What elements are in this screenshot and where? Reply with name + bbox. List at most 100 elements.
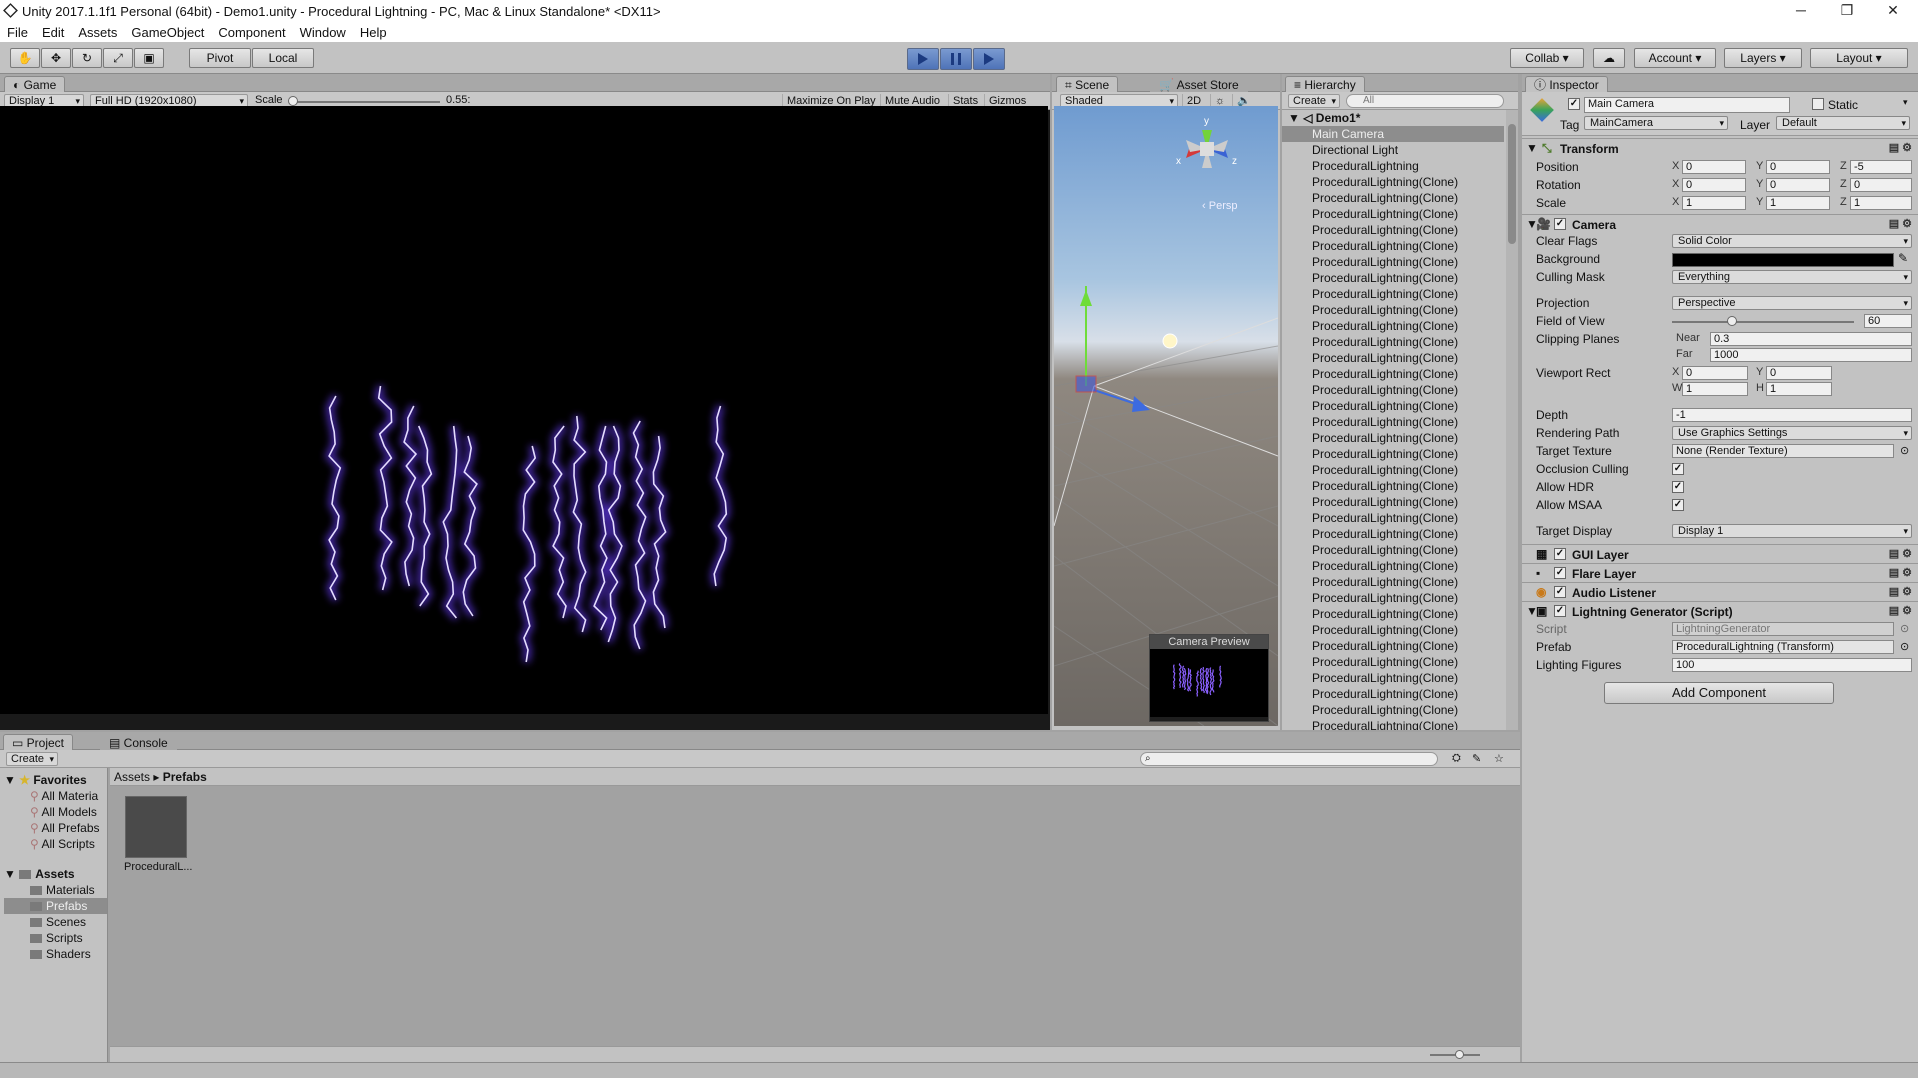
scale-x-field[interactable]: 1 <box>1682 196 1746 210</box>
local-toggle[interactable]: Local <box>252 48 314 68</box>
rotate-tool-icon[interactable]: ↻ <box>72 48 102 68</box>
collab-dropdown[interactable]: Collab ▾ <box>1510 48 1584 68</box>
tag-dropdown[interactable]: MainCamera <box>1584 116 1728 130</box>
hierarchy-scrollbar[interactable] <box>1506 110 1518 730</box>
hierarchy-item[interactable]: ProceduralLightning(Clone) <box>1282 446 1504 462</box>
hierarchy-item[interactable]: ProceduralLightning(Clone) <box>1282 286 1504 302</box>
layout-dropdown[interactable]: Layout ▾ <box>1810 48 1908 68</box>
hierarchy-item[interactable]: ProceduralLightning(Clone) <box>1282 622 1504 638</box>
hierarchy-item[interactable]: ProceduralLightning(Clone) <box>1282 590 1504 606</box>
tab-hierarchy[interactable]: ≡ Hierarchy <box>1285 76 1365 92</box>
hierarchy-create-button[interactable]: Create <box>1288 94 1340 108</box>
project-create-button[interactable]: Create <box>6 752 58 766</box>
hierarchy-item[interactable]: ProceduralLightning(Clone) <box>1282 526 1504 542</box>
hierarchy-item[interactable]: ProceduralLightning(Clone) <box>1282 670 1504 686</box>
hierarchy-item[interactable]: ProceduralLightning(Clone) <box>1282 302 1504 318</box>
culling-mask-dropdown[interactable]: Everything <box>1672 270 1912 284</box>
hierarchy-item[interactable]: ProceduralLightning(Clone) <box>1282 382 1504 398</box>
camera-enabled-checkbox[interactable]: ✓ <box>1554 218 1566 230</box>
hierarchy-item[interactable]: ProceduralLightning(Clone) <box>1282 702 1504 718</box>
favorite-item[interactable]: ⚲ All Prefabs <box>4 820 107 836</box>
hierarchy-item[interactable]: ProceduralLightning(Clone) <box>1282 190 1504 206</box>
hierarchy-item[interactable]: ProceduralLightning(Clone) <box>1282 174 1504 190</box>
folder-item-prefabs[interactable]: Prefabs <box>4 898 107 914</box>
tab-scene[interactable]: ⌗ Scene <box>1056 76 1119 92</box>
hierarchy-item[interactable]: ProceduralLightning(Clone) <box>1282 318 1504 334</box>
lightning-generator-header[interactable]: ▼ ▣ ✓ Lightning Generator (Script) ▤ ⚙ <box>1522 601 1918 620</box>
tab-asset-store[interactable]: 🛒 Asset Store <box>1150 76 1248 92</box>
add-component-button[interactable]: Add Component <box>1604 682 1834 704</box>
folder-item-materials[interactable]: Materials <box>4 882 107 898</box>
close-button[interactable]: ✕ <box>1870 0 1916 22</box>
hierarchy-item[interactable]: ProceduralLightning(Clone) <box>1282 542 1504 558</box>
hierarchy-item[interactable]: ProceduralLightning(Clone) <box>1282 606 1504 622</box>
camera-header[interactable]: ▼ 🎥 ✓ Camera ▤ ⚙ <box>1522 214 1918 233</box>
hierarchy-search-input[interactable]: All <box>1346 94 1504 108</box>
hierarchy-item[interactable]: Directional Light <box>1282 142 1504 158</box>
hierarchy-item[interactable]: ProceduralLightning(Clone) <box>1282 238 1504 254</box>
component-settings-icon[interactable]: ▤ ⚙ <box>1889 585 1912 598</box>
hierarchy-item[interactable]: ProceduralLightning(Clone) <box>1282 350 1504 366</box>
viewport-x-field[interactable]: 0 <box>1682 366 1748 380</box>
rotation-z-field[interactable]: 0 <box>1850 178 1912 192</box>
hierarchy-item[interactable]: ProceduralLightning(Clone) <box>1282 430 1504 446</box>
flare-layer-header[interactable]: ▪ ✓ Flare Layer ▤ ⚙ <box>1522 563 1918 582</box>
rect-tool-icon[interactable]: ▣ <box>134 48 164 68</box>
favorite-item[interactable]: ⚲ All Materia <box>4 788 107 804</box>
hierarchy-item[interactable]: ProceduralLightning(Clone) <box>1282 206 1504 222</box>
active-checkbox[interactable]: ✓ <box>1568 98 1580 110</box>
rendering-path-dropdown[interactable]: Use Graphics Settings <box>1672 426 1912 440</box>
scene-root-row[interactable]: ▼ ◁ Demo1* <box>1282 110 1504 126</box>
hierarchy-scroll-thumb[interactable] <box>1508 124 1516 244</box>
menu-file[interactable]: File <box>0 25 35 40</box>
play-button[interactable] <box>907 48 939 70</box>
layer-dropdown[interactable]: Default <box>1776 116 1910 130</box>
hierarchy-item[interactable]: ProceduralLightning(Clone) <box>1282 334 1504 350</box>
hierarchy-item[interactable]: ProceduralLightning(Clone) <box>1282 478 1504 494</box>
flare-layer-checkbox[interactable]: ✓ <box>1554 567 1566 579</box>
gui-layer-checkbox[interactable]: ✓ <box>1554 548 1566 560</box>
object-name-field[interactable]: Main Camera <box>1584 97 1790 113</box>
hierarchy-item[interactable]: ProceduralLightning(Clone) <box>1282 222 1504 238</box>
hierarchy-item[interactable]: ProceduralLightning <box>1282 158 1504 174</box>
object-picker-icon[interactable]: ⊙ <box>1900 444 1909 457</box>
gui-layer-header[interactable]: ▦ ✓ GUI Layer ▤ ⚙ <box>1522 544 1918 563</box>
component-settings-icon[interactable]: ▤ ⚙ <box>1889 604 1912 617</box>
hierarchy-item[interactable]: ProceduralLightning(Clone) <box>1282 510 1504 526</box>
breadcrumb-prefabs[interactable]: Prefabs <box>163 770 207 784</box>
favorites-node[interactable]: ▼ ★ Favorites <box>4 772 107 788</box>
scale-slider-thumb[interactable] <box>288 96 298 106</box>
minimize-button[interactable]: ─ <box>1778 0 1824 22</box>
static-dropdown-icon[interactable]: ▾ <box>1903 97 1908 108</box>
fov-field[interactable]: 60 <box>1864 314 1912 328</box>
favorite-item[interactable]: ⚲ All Models <box>4 804 107 820</box>
hierarchy-item[interactable]: ProceduralLightning(Clone) <box>1282 638 1504 654</box>
favorite-item[interactable]: ⚲ All Scripts <box>4 836 107 852</box>
asset-item[interactable]: ProceduralL... <box>124 796 192 873</box>
project-search-input[interactable]: ⌕ <box>1140 752 1438 766</box>
target-display-dropdown[interactable]: Display 1 <box>1672 524 1912 538</box>
move-tool-icon[interactable]: ✥ <box>41 48 71 68</box>
hierarchy-item[interactable]: ProceduralLightning(Clone) <box>1282 414 1504 430</box>
cloud-button[interactable]: ☁ <box>1593 48 1625 68</box>
rotation-x-field[interactable]: 0 <box>1682 178 1746 192</box>
position-z-field[interactable]: -5 <box>1850 160 1912 174</box>
favorite-star-icon[interactable]: ☆ <box>1494 752 1504 765</box>
scale-z-field[interactable]: 1 <box>1850 196 1912 210</box>
folder-item-scenes[interactable]: Scenes <box>4 914 107 930</box>
menu-window[interactable]: Window <box>293 25 353 40</box>
assets-node[interactable]: ▼ Assets <box>4 866 107 882</box>
scale-slider-track[interactable] <box>290 101 440 103</box>
depth-field[interactable]: -1 <box>1672 408 1912 422</box>
hierarchy-item[interactable]: ProceduralLightning(Clone) <box>1282 462 1504 478</box>
persp-label[interactable]: ‹ Persp <box>1202 200 1237 212</box>
hierarchy-item[interactable]: ProceduralLightning(Clone) <box>1282 654 1504 670</box>
menu-assets[interactable]: Assets <box>71 25 124 40</box>
menu-edit[interactable]: Edit <box>35 25 71 40</box>
component-settings-icon[interactable]: ▤ ⚙ <box>1889 141 1912 154</box>
prefab-field[interactable]: ProceduralLightning (Transform) <box>1672 640 1894 654</box>
hierarchy-item[interactable]: ProceduralLightning(Clone) <box>1282 494 1504 510</box>
component-settings-icon[interactable]: ▤ ⚙ <box>1889 547 1912 560</box>
position-y-field[interactable]: 0 <box>1766 160 1830 174</box>
object-picker-icon[interactable]: ⊙ <box>1900 640 1909 653</box>
